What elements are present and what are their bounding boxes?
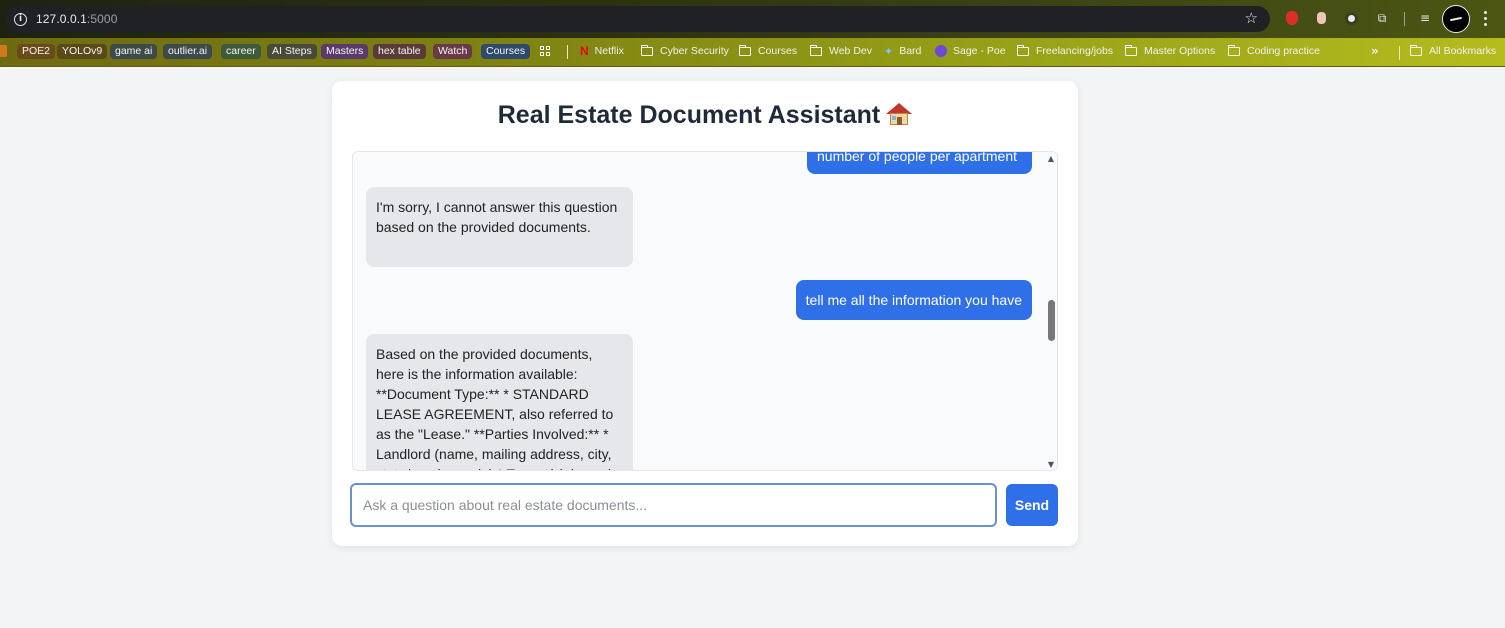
bookmark-chip-label: Watch	[433, 43, 473, 59]
bookmark-chip-label: YOLOv9	[57, 43, 108, 59]
folder-icon	[739, 44, 751, 56]
bookmarks-bar: POE2 YOLOv9 game ai outlier.ai career AI…	[0, 38, 1505, 67]
folder-icon	[1017, 44, 1029, 56]
apps-grid-icon[interactable]	[540, 43, 550, 59]
bookmark-chip-label: POE2	[17, 43, 56, 59]
bookmark-chip-career[interactable]: career	[221, 43, 261, 59]
bookmark-label: Coding practice	[1247, 45, 1320, 57]
all-bookmarks-folder[interactable]: All Bookmarks	[1410, 43, 1496, 59]
netflix-icon: N	[580, 44, 589, 58]
bookmark-folder-master-options[interactable]: Master Options	[1125, 43, 1215, 59]
folder-icon	[810, 44, 822, 56]
bookmark-chip-poe2[interactable]: POE2	[17, 43, 56, 59]
bookmark-label: Courses	[758, 45, 798, 57]
bookmark-chip-label: career	[221, 43, 261, 59]
assistant-message: Based on the provided documents, here is…	[366, 334, 633, 470]
browser-menu-icon[interactable]	[1484, 11, 1488, 27]
scroll-down-arrow-icon[interactable]: ▼	[1048, 460, 1054, 469]
bookmark-label: All Bookmarks	[1429, 45, 1497, 57]
bookmark-folder-coding-practice[interactable]: Coding practice	[1228, 43, 1320, 59]
bookmark-folder-cyber-security[interactable]: Cyber Security	[641, 43, 729, 59]
bookmark-label: Web Dev	[829, 45, 872, 57]
bookmark-chip-label: Masters	[321, 43, 369, 59]
bookmark-chip-outlier-ai[interactable]: outlier.ai	[163, 43, 213, 59]
media-controls-icon[interactable]: ≡	[1417, 10, 1433, 26]
folder-icon	[1125, 44, 1137, 56]
bookmarks-divider	[567, 45, 568, 59]
folder-icon	[1228, 44, 1240, 56]
bookmark-folder-partial-icon[interactable]	[0, 43, 7, 59]
extension-red-icon[interactable]	[1284, 10, 1300, 26]
user-message: tell me all the information you have	[795, 280, 1032, 320]
bookmark-star-icon[interactable]: ☆	[1245, 9, 1258, 27]
send-button[interactable]: Send	[1006, 484, 1058, 526]
chat-scrollbar-thumb[interactable]	[1048, 300, 1055, 341]
bookmark-netflix[interactable]: N Netflix	[580, 43, 624, 59]
bookmark-folder-web-dev[interactable]: Web Dev	[810, 43, 872, 59]
extension-dark-mode-icon[interactable]	[1343, 10, 1359, 26]
bookmark-chip-label: outlier.ai	[163, 43, 213, 59]
assistant-card: Real Estate Document Assistant number of…	[332, 81, 1078, 546]
extensions-puzzle-icon[interactable]: ⧉	[1374, 10, 1390, 26]
bookmark-chip-hex-table[interactable]: hex table	[373, 43, 426, 59]
bookmarks-divider	[1399, 46, 1400, 60]
bookmark-chip-game-ai[interactable]: game ai	[110, 43, 158, 59]
bookmark-chip-label: game ai	[110, 43, 158, 59]
folder-icon	[1410, 44, 1422, 56]
bookmark-chip-courses[interactable]: Courses	[481, 43, 531, 59]
url-text[interactable]: 127.0.0.1:5000	[36, 12, 117, 26]
site-info-icon[interactable]: i	[14, 12, 27, 26]
bard-sparkle-icon: ✦	[884, 44, 894, 58]
bookmark-label: Master Options	[1144, 45, 1216, 57]
page-title-text: Real Estate Document Assistant	[497, 101, 881, 129]
bookmark-chip-yolov9[interactable]: YOLOv9	[57, 43, 108, 59]
address-bar[interactable]: i 127.0.0.1:5000 ☆	[6, 6, 1270, 32]
bookmark-chip-label: hex table	[373, 43, 426, 59]
user-message: number of people per apartment	[807, 152, 1032, 174]
page-title: Real Estate Document Assistant	[332, 101, 1078, 130]
browser-toolbar: i 127.0.0.1:5000 ☆ ⧉ ≡	[0, 0, 1505, 38]
bookmark-sage-poe[interactable]: Sage - Poe	[935, 43, 1006, 59]
bookmark-chip-masters[interactable]: Masters	[321, 43, 369, 59]
bookmark-folder-courses[interactable]: Courses	[739, 43, 797, 59]
question-input[interactable]	[350, 483, 997, 527]
bookmark-chip-label: AI Steps	[267, 43, 317, 59]
url-port: :5000	[86, 12, 118, 26]
toolbar-divider	[1404, 12, 1405, 26]
bookmark-label: Cyber Security	[660, 45, 729, 57]
bookmark-chip-ai-steps[interactable]: AI Steps	[267, 43, 317, 59]
profile-avatar[interactable]	[1442, 5, 1470, 33]
bookmark-chip-label: Courses	[481, 43, 531, 59]
poe-icon	[935, 45, 947, 57]
bookmark-label: Sage - Poe	[953, 45, 1006, 57]
house-icon	[886, 103, 913, 125]
bookmark-label: Bard	[899, 45, 922, 57]
bookmarks-overflow-chevron-icon[interactable]: »	[1371, 43, 1379, 59]
bookmark-bard[interactable]: ✦ Bard	[884, 43, 921, 59]
extension-light-icon[interactable]	[1313, 10, 1329, 26]
url-host: 127.0.0.1	[36, 12, 87, 26]
bookmark-chip-watch[interactable]: Watch	[433, 43, 473, 59]
chat-history[interactable]: number of people per apartment I'm sorry…	[352, 151, 1058, 471]
folder-icon	[641, 44, 653, 56]
scroll-up-arrow-icon[interactable]: ▲	[1048, 154, 1054, 163]
assistant-message: I'm sorry, I cannot answer this question…	[366, 187, 633, 267]
bookmark-label: Freelancing/jobs	[1036, 45, 1114, 57]
bookmark-label: Netflix	[594, 45, 624, 57]
bookmark-folder-freelancing-jobs[interactable]: Freelancing/jobs	[1017, 43, 1113, 59]
